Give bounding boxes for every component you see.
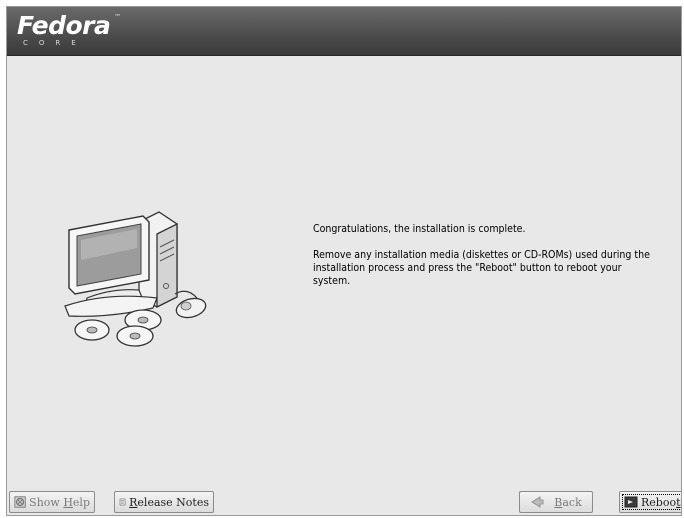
completion-message: Congratulations, the installation is com…	[313, 223, 653, 288]
fedora-core-logo: Fedora ™ CORE	[17, 11, 147, 51]
reboot-label: Reboot	[641, 495, 681, 509]
reboot-icon	[624, 496, 638, 508]
help-icon	[14, 496, 26, 508]
logo-wordmark: Fedora	[17, 11, 111, 40]
header-banner: Fedora ™ CORE	[7, 7, 681, 56]
logo-trademark: ™	[114, 13, 121, 21]
monitor-shape	[64, 215, 158, 317]
computer-with-discs-icon	[64, 211, 207, 347]
back-label: Back	[554, 495, 582, 509]
show-help-label: Show Help	[29, 495, 90, 509]
message-congratulations: Congratulations, the installation is com…	[313, 223, 526, 235]
back-button[interactable]: Back	[519, 491, 593, 513]
reboot-button[interactable]: Reboot	[619, 491, 681, 513]
release-notes-button[interactable]: Release Notes	[114, 491, 214, 513]
release-notes-icon	[119, 498, 126, 506]
release-notes-label: Release Notes	[129, 495, 209, 509]
mouse-shape	[174, 290, 207, 319]
logo-subtitle: CORE	[23, 39, 87, 47]
back-arrow-icon	[531, 496, 544, 508]
installer-window: Fedora ™ CORE Congratulations, the insta…	[6, 6, 682, 516]
message-remove-media: Remove any installation media (diskettes…	[313, 249, 650, 287]
show-help-button[interactable]: Show Help	[9, 491, 95, 513]
